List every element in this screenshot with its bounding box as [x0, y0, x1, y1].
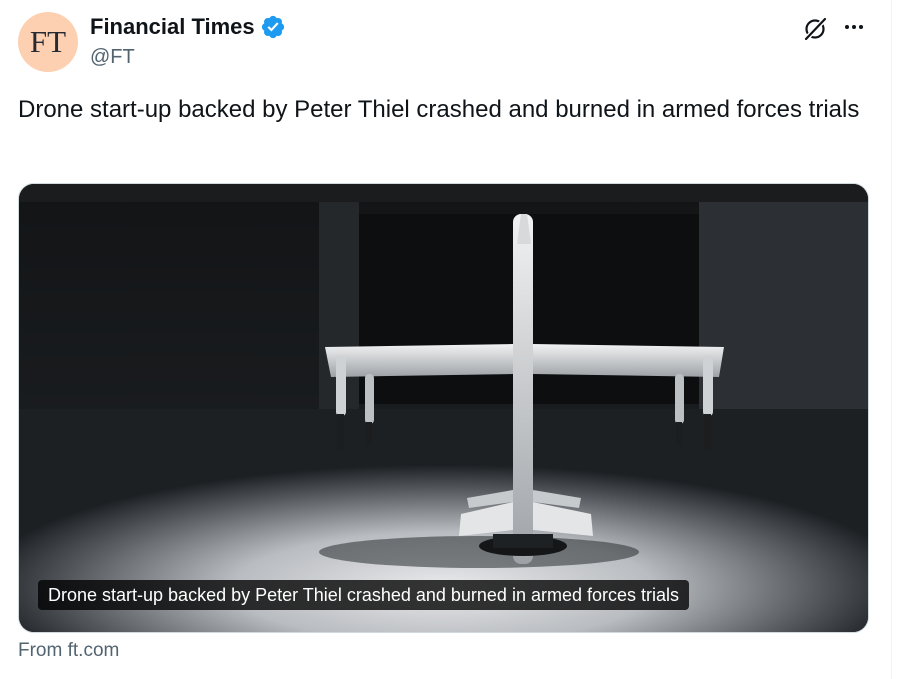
avatar-logo-text: FT [29, 24, 67, 59]
verified-badge-icon[interactable] [260, 14, 286, 40]
grok-icon[interactable] [801, 15, 829, 43]
tweet-text: Drone start-up backed by Peter Thiel cra… [18, 96, 860, 123]
drone-photo [19, 184, 868, 632]
link-card[interactable]: Drone start-up backed by Peter Thiel cra… [18, 183, 869, 633]
author-display-name[interactable]: Financial Times [90, 14, 255, 40]
author-handle[interactable]: @FT [90, 46, 135, 69]
more-dot [845, 25, 849, 29]
link-card-caption[interactable]: Drone start-up backed by Peter Thiel cra… [38, 580, 689, 610]
more-options-icon[interactable] [840, 15, 868, 39]
avatar[interactable]: FT [18, 12, 78, 72]
more-dot [852, 25, 856, 29]
author-name-row: Financial Times [90, 14, 286, 40]
link-source[interactable]: From ft.com [18, 640, 119, 662]
more-dot [859, 25, 863, 29]
timeline-divider [891, 0, 892, 679]
